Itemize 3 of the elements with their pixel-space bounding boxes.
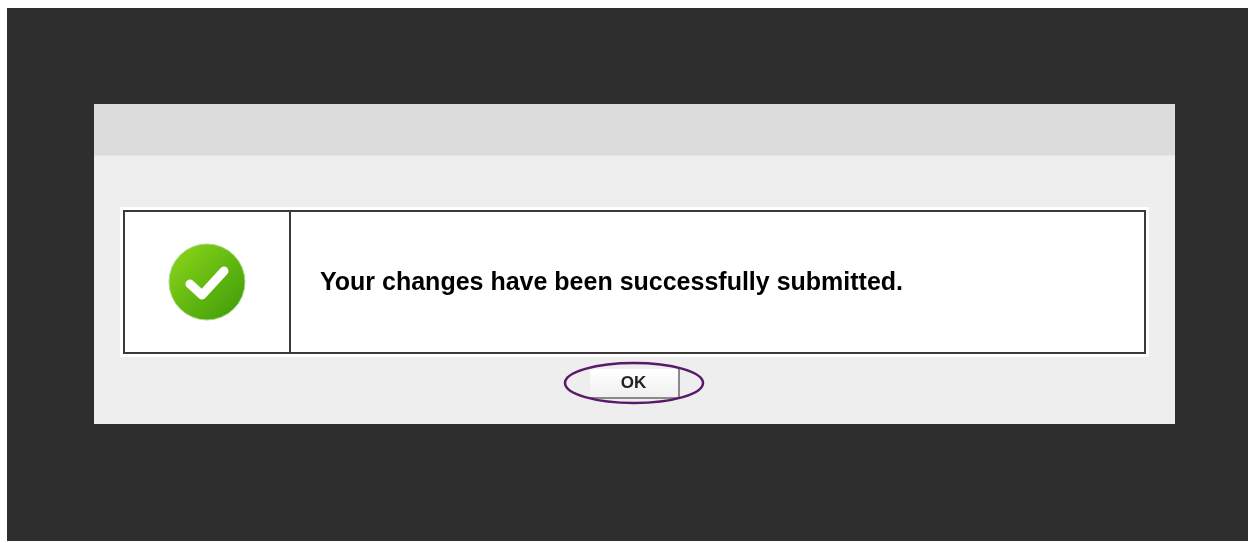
ok-button[interactable]: OK [589,369,680,399]
message-text: Your changes have been successfully submitted. [320,266,904,298]
check-circle-icon [168,243,246,321]
